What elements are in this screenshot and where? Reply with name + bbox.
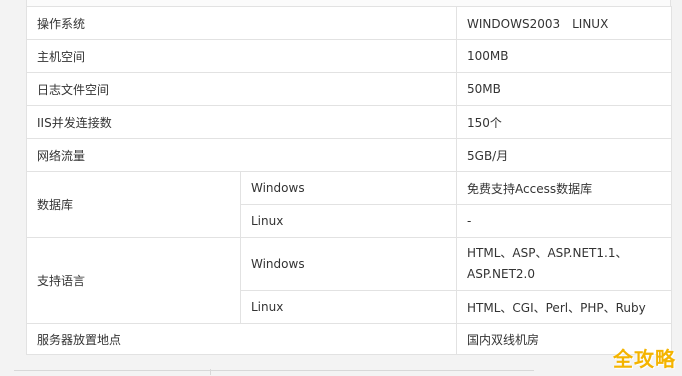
spec-sublabel-db-windows: Windows: [239, 171, 458, 205]
spec-value-log: 50MB: [456, 72, 673, 106]
spec-value-lang-linux: HTML、CGI、Perl、PHP、Ruby: [456, 290, 673, 324]
spec-sublabel-lang-windows: Windows: [239, 237, 458, 291]
divider-tick: [210, 369, 211, 375]
spec-label-log: 日志文件空间: [25, 72, 458, 106]
spec-label-languages: 支持语言: [26, 237, 241, 324]
page-bottom-area: [0, 358, 682, 376]
spec-label-os: 操作系统: [25, 6, 458, 40]
spec-label-database: 数据库: [26, 171, 241, 238]
spec-value-space: 100MB: [456, 39, 673, 73]
table-row: 数据库 Windows 免费支持Access数据库: [26, 171, 673, 238]
spec-sublabel-lang-linux: Linux: [239, 290, 458, 324]
table-row: 日志文件空间 50MB: [25, 72, 673, 106]
spec-value-iis: 150个: [456, 105, 673, 139]
spec-label-iis: IIS并发连接数: [25, 105, 458, 139]
table-row: 主机空间 100MB: [25, 39, 673, 73]
table-row: 操作系统 WINDOWS2003 LINUX: [25, 6, 673, 40]
spec-value-db-linux: -: [456, 204, 673, 238]
hosting-spec-table: 操作系统 WINDOWS2003 LINUX 主机空间 100MB 日志文件空间…: [25, 6, 673, 355]
spec-label-space: 主机空间: [25, 39, 458, 73]
spec-label-location: 服务器放置地点: [25, 323, 458, 355]
spec-sublabel-db-linux: Linux: [239, 204, 458, 238]
table-row: IIS并发连接数 150个: [25, 105, 673, 139]
spec-value-db-windows: 免费支持Access数据库: [456, 171, 673, 205]
spec-value-traffic: 5GB/月: [456, 138, 673, 172]
spec-value-os: WINDOWS2003 LINUX: [456, 6, 673, 40]
divider: [14, 369, 534, 375]
table-row: 服务器放置地点 国内双线机房: [25, 323, 673, 355]
spec-label-traffic: 网络流量: [25, 138, 458, 172]
watermark-logo: 全攻略: [613, 347, 676, 371]
table-row: 支持语言 Windows HTML、ASP、ASP.NET1.1、ASP.NET…: [26, 237, 673, 324]
table-row: 网络流量 5GB/月: [25, 138, 673, 172]
spec-value-lang-windows: HTML、ASP、ASP.NET1.1、ASP.NET2.0: [456, 237, 673, 291]
